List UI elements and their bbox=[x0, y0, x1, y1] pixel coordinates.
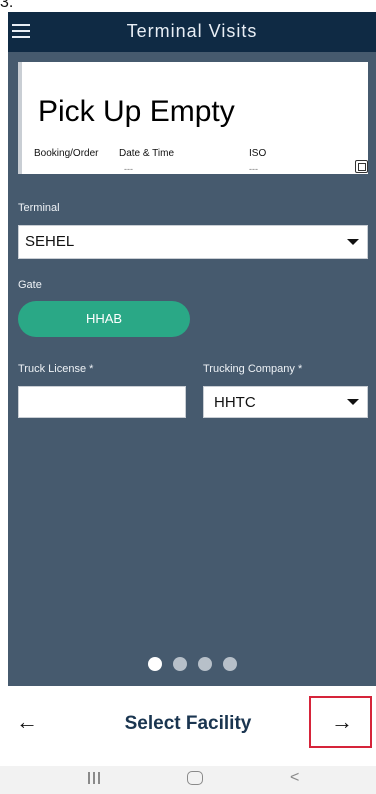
page-dot bbox=[198, 657, 212, 671]
home-icon[interactable] bbox=[187, 771, 203, 785]
truck-license-input[interactable] bbox=[18, 386, 186, 418]
visit-type-title: Pick Up Empty bbox=[38, 95, 235, 128]
page-dot bbox=[173, 657, 187, 671]
date-time-label: Date & Time bbox=[119, 148, 175, 159]
page-title: Terminal Visits bbox=[126, 21, 258, 41]
gate-chip[interactable]: HHAB bbox=[18, 301, 190, 337]
back-chevron-icon[interactable]: < bbox=[290, 769, 299, 787]
page-dot bbox=[223, 657, 237, 671]
bottom-navigation: ← Select Facility → bbox=[0, 686, 376, 766]
chevron-down-icon bbox=[347, 239, 359, 245]
visit-summary-card: Pick Up Empty Booking/Order Date & Time … bbox=[18, 62, 368, 174]
chevron-down-icon bbox=[347, 399, 359, 405]
recents-icon[interactable] bbox=[87, 772, 101, 784]
truck-license-label: Truck License * bbox=[18, 363, 94, 375]
trucking-company-value: HHTC bbox=[214, 394, 256, 411]
trucking-company-select[interactable]: HHTC bbox=[203, 386, 368, 418]
booking-order-label: Booking/Order bbox=[34, 148, 99, 159]
terminal-select[interactable]: SEHEL bbox=[18, 225, 368, 259]
page-dot bbox=[148, 657, 162, 671]
iso-label: ISO bbox=[249, 148, 267, 159]
next-button[interactable]: → bbox=[309, 696, 372, 748]
trucking-company-label: Trucking Company * bbox=[203, 363, 303, 375]
system-navigation-bar: < bbox=[0, 766, 376, 794]
iso-value: --- bbox=[249, 164, 258, 174]
status-text: 3. bbox=[0, 0, 14, 11]
terminal-value: SEHEL bbox=[25, 233, 75, 250]
gate-label: Gate bbox=[18, 279, 42, 291]
main-content: Pick Up Empty Booking/Order Date & Time … bbox=[8, 52, 376, 686]
forward-arrow-icon: → bbox=[331, 709, 353, 734]
app-bar: Terminal Visits bbox=[8, 12, 376, 52]
status-bar: 3. bbox=[0, 0, 376, 12]
date-time-value: --- bbox=[124, 164, 133, 174]
terminal-label: Terminal bbox=[18, 202, 60, 214]
document-icon[interactable] bbox=[355, 160, 368, 173]
